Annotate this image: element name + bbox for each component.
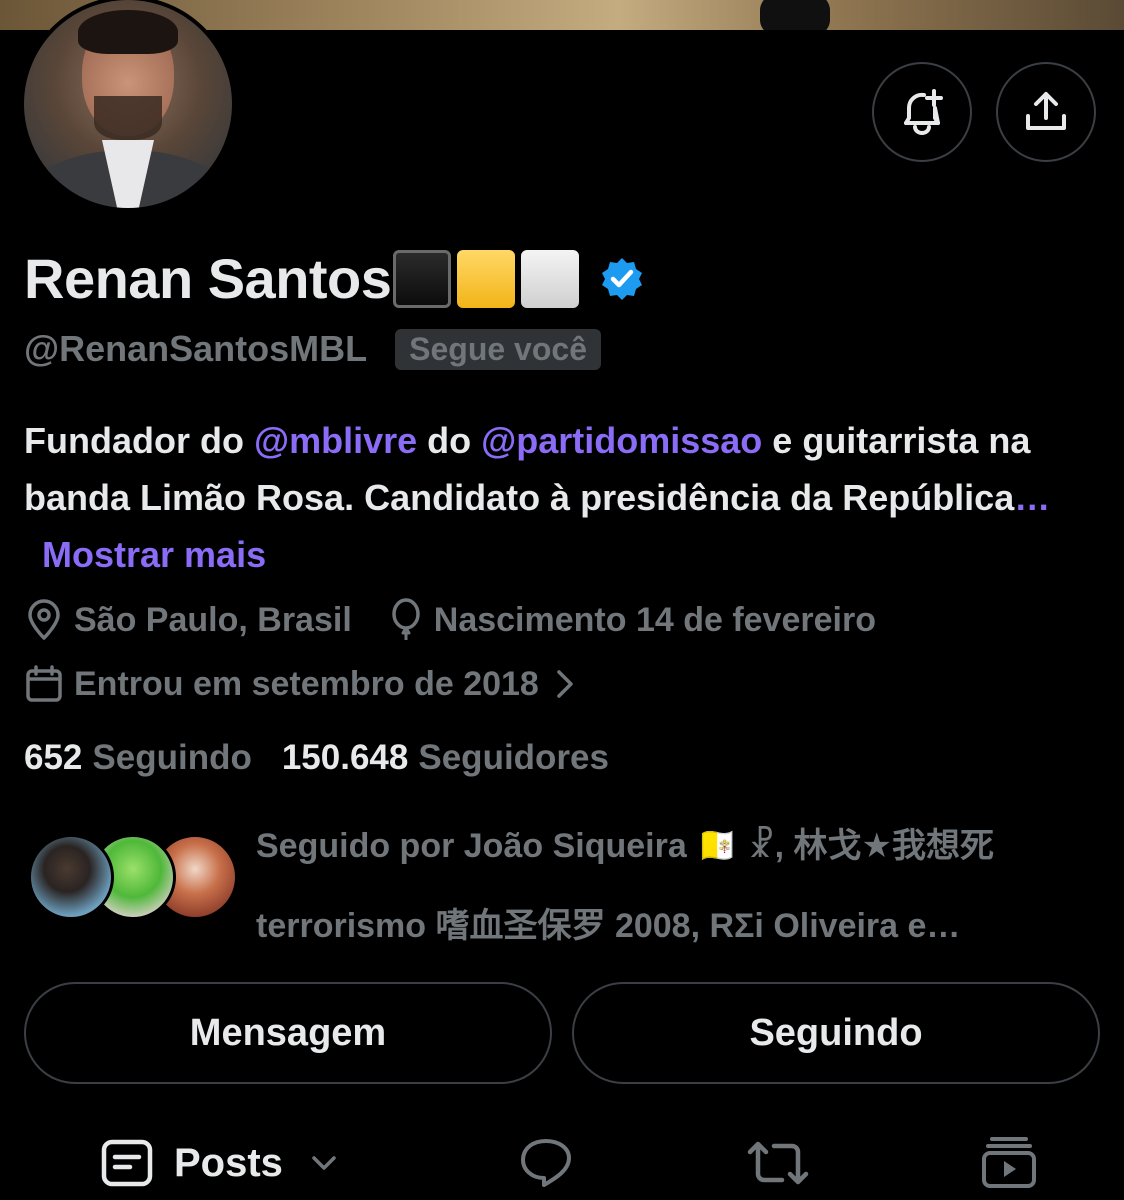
profile-handle: @RenanSantosMBL xyxy=(24,328,368,369)
white-square-emoji xyxy=(521,249,580,308)
tab-reposts[interactable] xyxy=(746,1140,810,1186)
profile-name-row: Renan Santos xyxy=(24,246,645,311)
follower-avatar xyxy=(28,834,114,920)
repost-icon xyxy=(747,1141,809,1185)
location-text: São Paulo, Brasil xyxy=(74,600,352,639)
tab-media[interactable] xyxy=(980,1134,1038,1190)
following-count: 652 xyxy=(24,738,83,777)
followers-label: Seguidores xyxy=(418,738,609,777)
followers-link[interactable]: 150.648 Seguidores xyxy=(282,738,609,778)
bio-text: Fundador do xyxy=(24,420,254,461)
following-label: Seguindo xyxy=(92,738,252,777)
profile-tab-bar: Posts xyxy=(0,1128,1124,1200)
handle-row: @RenanSantosMBL Segue você xyxy=(24,328,601,370)
followed-by-avatars[interactable] xyxy=(28,834,238,924)
followers-count: 150.648 xyxy=(281,738,409,777)
black-square-emoji xyxy=(393,249,452,308)
bell-plus-icon xyxy=(904,89,943,135)
share-upload-icon xyxy=(1026,92,1066,130)
notifications-button[interactable] xyxy=(872,62,972,162)
tab-posts[interactable]: Posts xyxy=(100,1138,339,1188)
verified-badge-icon[interactable] xyxy=(599,256,645,302)
tab-replies[interactable] xyxy=(518,1136,574,1188)
message-button[interactable]: Mensagem xyxy=(24,982,552,1084)
bio-ellipsis: … xyxy=(1014,477,1051,518)
following-link[interactable]: 652 Seguindo xyxy=(24,738,252,778)
bio-text: do xyxy=(417,420,482,461)
video-stack-icon xyxy=(982,1137,1036,1188)
posts-icon xyxy=(101,1139,153,1187)
profile-avatar[interactable] xyxy=(20,0,236,212)
calendar-icon xyxy=(26,665,62,702)
mention-link[interactable]: @partidomissao xyxy=(481,420,762,461)
follow-counts: 652 Seguindo 150.648 Seguidores xyxy=(24,738,609,778)
chevron-right-icon xyxy=(557,670,573,698)
followed-by-text[interactable]: Seguido por João Siqueira 🇻🇦 ☧, 林戈★我想死 t… xyxy=(256,806,1096,966)
mention-link[interactable]: @mblivre xyxy=(254,420,417,461)
birth-text: Nascimento 14 de fevereiro xyxy=(433,600,876,639)
follows-you-badge: Segue você xyxy=(395,328,601,370)
tab-posts-label: Posts xyxy=(174,1140,283,1185)
chevron-down-icon xyxy=(312,1156,336,1170)
yellow-square-emoji xyxy=(457,249,516,308)
following-button[interactable]: Seguindo xyxy=(572,982,1100,1084)
location-pin-icon xyxy=(28,599,60,640)
profile-bio: Fundador do @mblivre do @partidomissao e… xyxy=(24,412,1104,583)
profile-name: Renan Santos xyxy=(24,247,392,310)
joined-row[interactable]: Entrou em setembro de 2018 xyxy=(24,664,589,704)
share-button[interactable] xyxy=(996,62,1096,162)
joined-text: Entrou em setembro de 2018 xyxy=(74,664,539,703)
show-more-link[interactable]: Mostrar mais xyxy=(42,534,266,575)
reply-bubble-icon xyxy=(521,1139,571,1187)
profile-meta-row: São Paulo, Brasil Nascimento 14 de fever… xyxy=(24,598,876,642)
balloon-icon xyxy=(392,598,420,640)
